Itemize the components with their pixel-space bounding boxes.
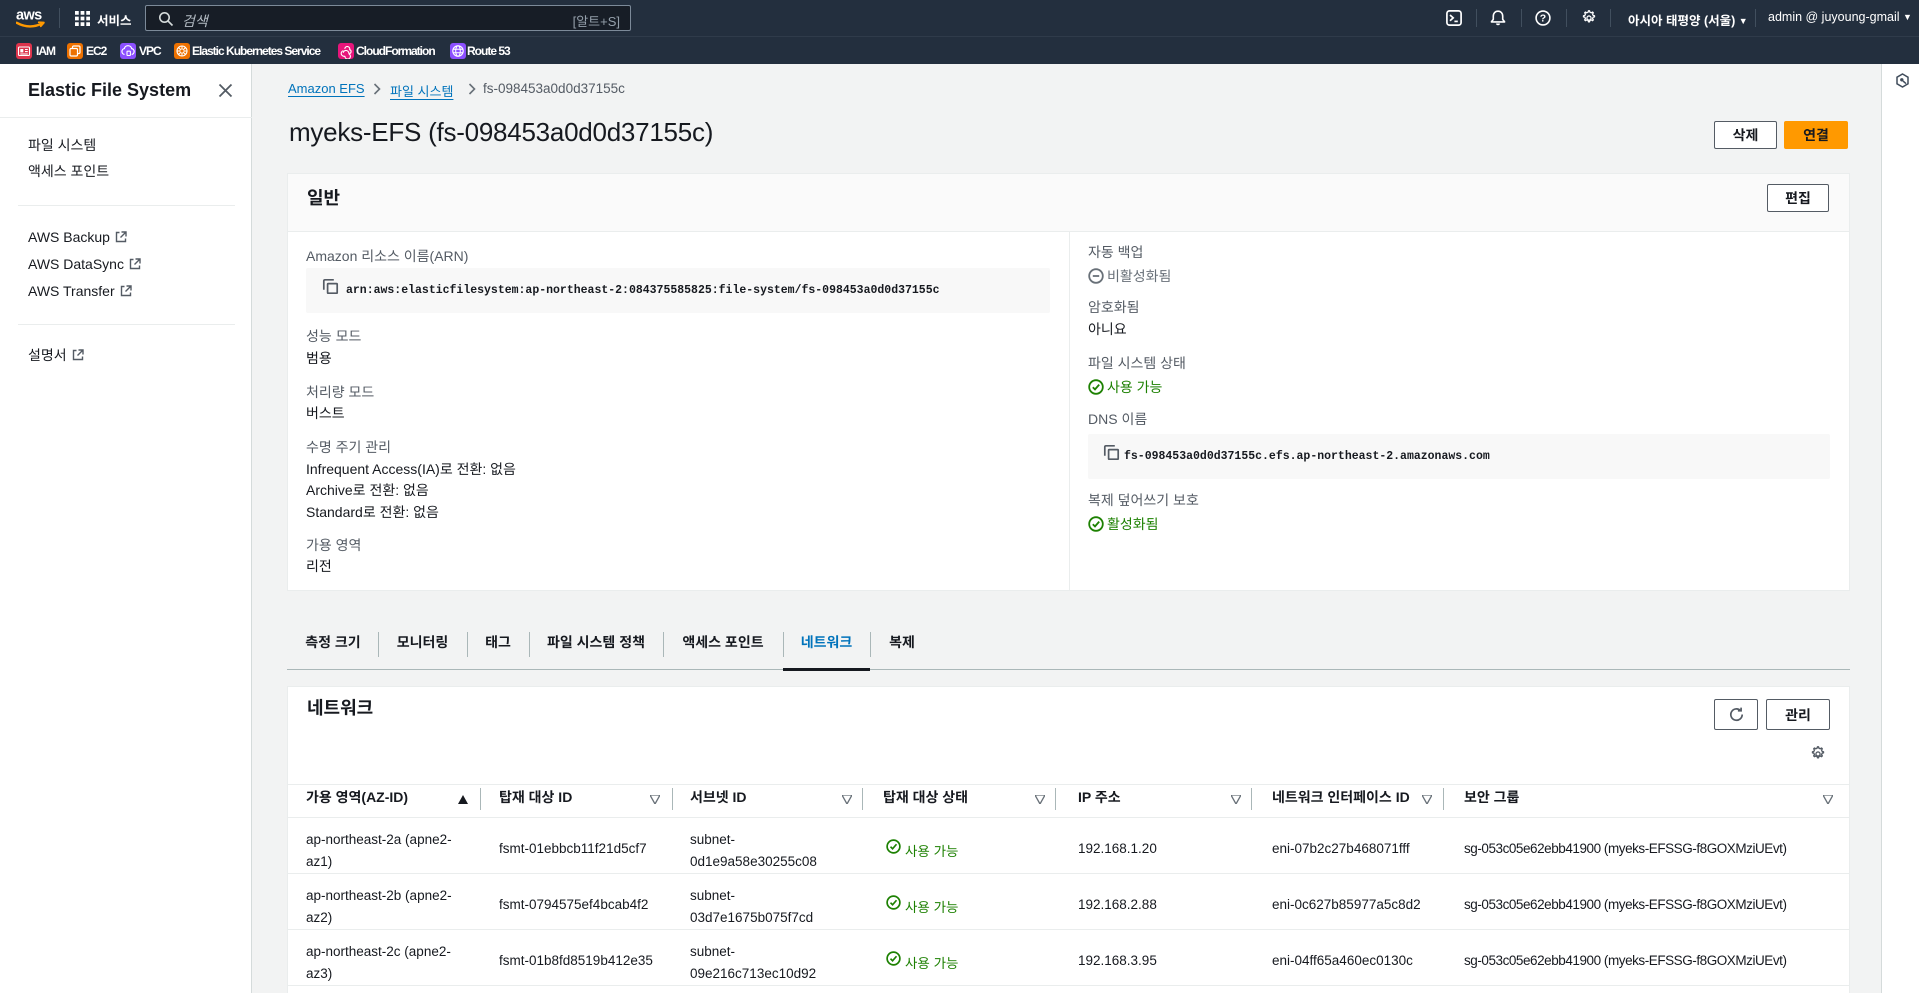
svg-text:aws: aws bbox=[16, 8, 42, 24]
svg-text:?: ? bbox=[1540, 13, 1546, 25]
